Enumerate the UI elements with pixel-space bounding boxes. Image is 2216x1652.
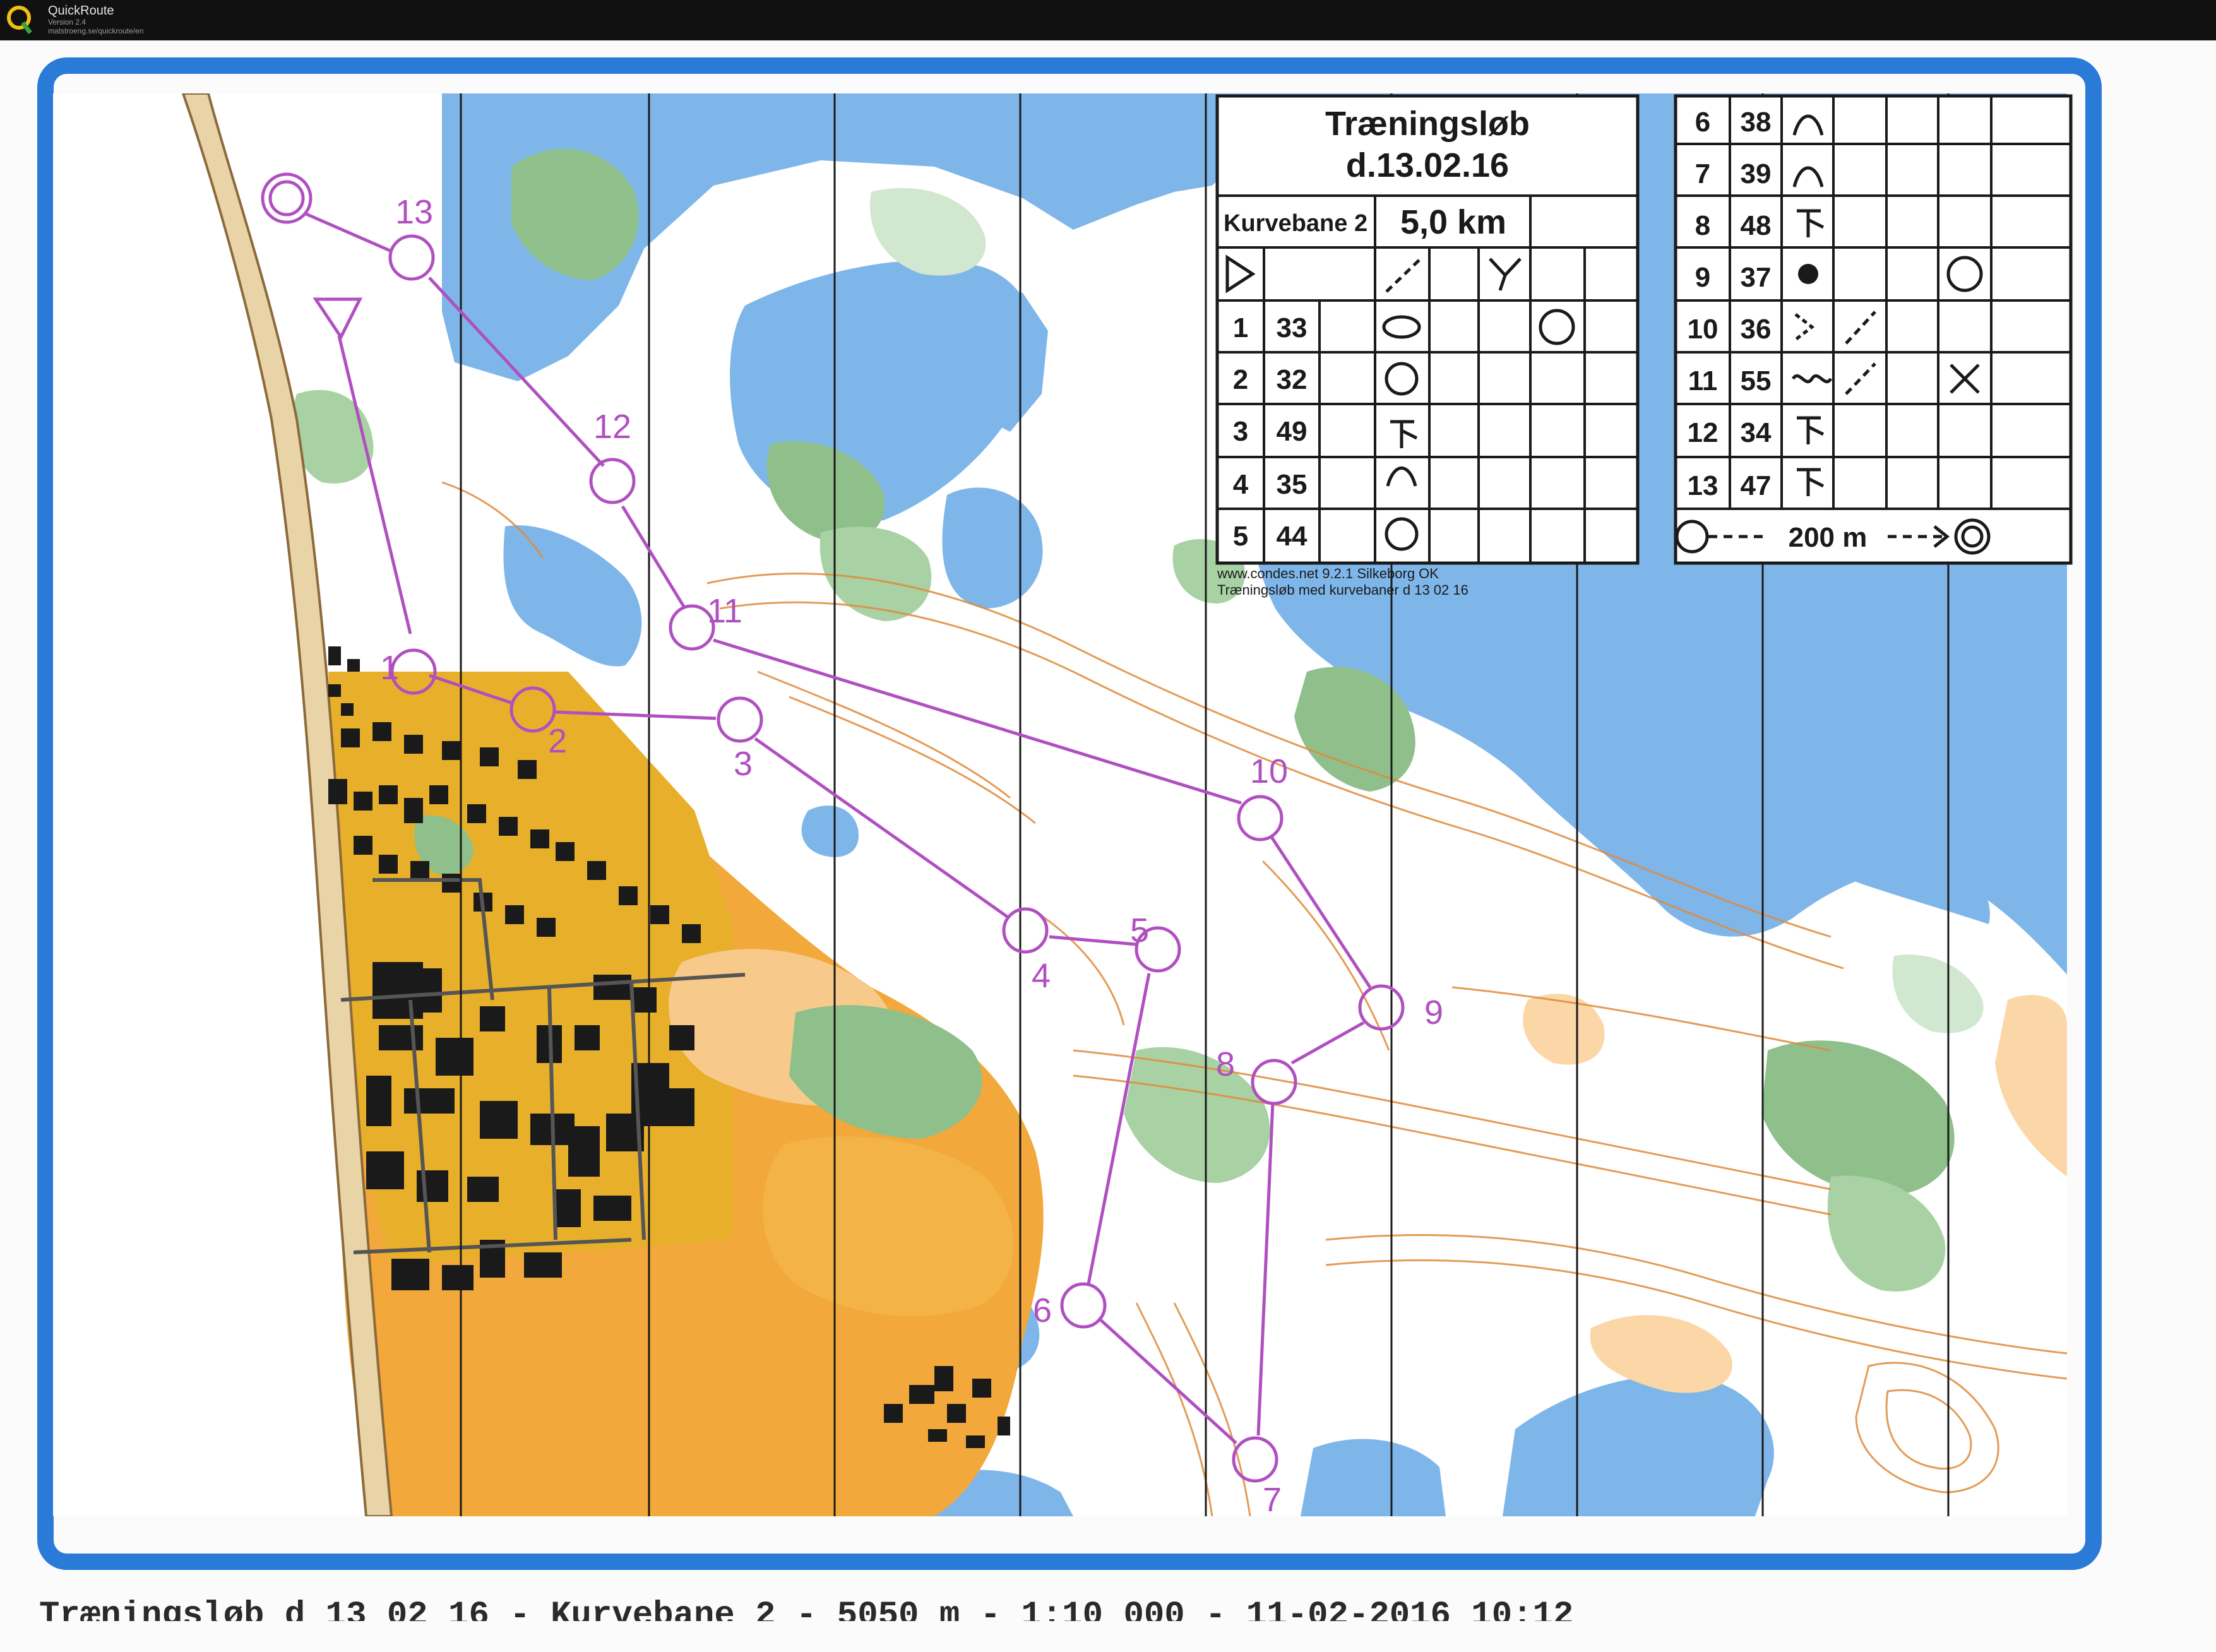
control-number: 5 [1233, 521, 1248, 552]
control-number: 4 [1233, 469, 1249, 500]
control-number: 12 [1688, 417, 1719, 448]
control-number: 8 [1695, 210, 1710, 241]
quickroute-logo-icon [7, 6, 32, 35]
control-code: 44 [1277, 521, 1308, 552]
app-url: matstroeng.se/quickroute/en [48, 27, 144, 35]
control-code: 55 [1741, 365, 1772, 396]
course-length: 5,0 km [1400, 203, 1506, 241]
control-label: 2 [548, 722, 567, 760]
orienteering-map[interactable]: 1 2 3 4 5 6 7 8 9 10 11 12 13 Træningslø… [0, 40, 2216, 1652]
control-label: 13 [395, 193, 433, 231]
control-code: 39 [1741, 158, 1772, 189]
course-date: d.13.02.16 [1346, 146, 1509, 184]
control-code: 48 [1741, 210, 1772, 241]
control-code: 34 [1741, 417, 1772, 448]
control-label: 11 [707, 592, 742, 630]
control-label: 1 [380, 649, 399, 687]
app-title-bar: QuickRoute Version 2.4 matstroeng.se/qui… [0, 0, 2216, 40]
control-code: 37 [1741, 262, 1772, 293]
course-title: Træningsløb [1325, 105, 1530, 143]
control-code: 32 [1277, 364, 1308, 395]
control-description-table: Træningsløb d.13.02.16 Kurvebane 2 5,0 k… [1215, 94, 1640, 565]
control-number: 10 [1688, 314, 1719, 345]
boulder-symbol-icon [1798, 264, 1818, 284]
credits-line-1: www.condes.net 9.2.1 Silkeborg OK [1217, 566, 1439, 581]
credits-line-2: Træningsløb med kurvebaner d 13 02 16 [1217, 582, 1468, 598]
control-number: 1 [1233, 312, 1248, 343]
control-code: 47 [1741, 470, 1772, 501]
control-label: 9 [1424, 994, 1443, 1031]
map-document[interactable]: 1 2 3 4 5 6 7 8 9 10 11 12 13 Træningslø… [0, 40, 2216, 1652]
control-number: 3 [1233, 416, 1248, 447]
control-number: 6 [1695, 107, 1710, 138]
control-label: 4 [1032, 957, 1051, 995]
control-label: 3 [734, 745, 753, 783]
control-label: 12 [593, 408, 631, 446]
app-name: QuickRoute [48, 4, 114, 18]
control-label: 7 [1263, 1481, 1282, 1519]
course-name: Kurvebane 2 [1224, 210, 1367, 237]
finish-distance: 200 m [1789, 522, 1868, 553]
control-number: 13 [1688, 470, 1719, 501]
control-number: 11 [1688, 365, 1718, 396]
control-code: 35 [1277, 469, 1308, 500]
print-footer: Træningsløb d 13 02 16 - Kurvebane 2 - 5… [39, 1596, 1574, 1621]
control-code: 38 [1741, 107, 1772, 138]
control-number: 7 [1695, 158, 1710, 189]
control-description-table-2: 6 38 7 39 8 48 9 37 10 36 11 55 12 34 13… [1674, 94, 2073, 565]
control-label: 5 [1130, 912, 1149, 949]
control-number: 2 [1233, 364, 1248, 395]
control-label: 8 [1216, 1045, 1235, 1083]
control-code: 49 [1277, 416, 1308, 447]
control-code: 36 [1741, 314, 1772, 345]
control-label: 6 [1033, 1292, 1052, 1329]
control-label: 10 [1250, 752, 1288, 790]
control-code: 33 [1277, 312, 1308, 343]
app-version: Version 2.4 [48, 18, 86, 27]
control-number: 9 [1695, 262, 1710, 293]
